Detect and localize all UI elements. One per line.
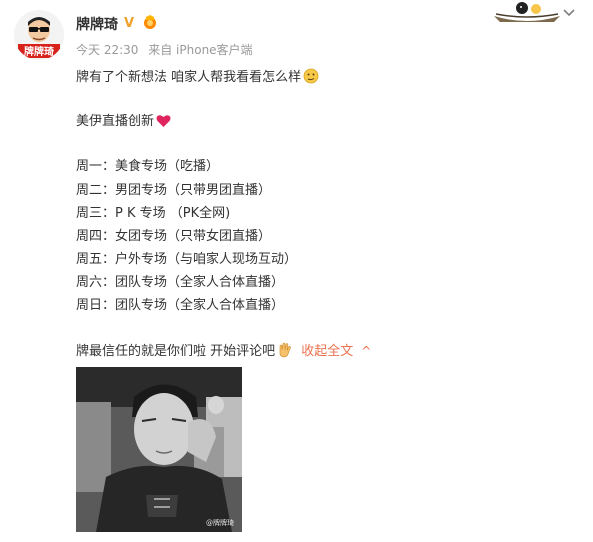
avatar-text: 牌牌琦	[24, 45, 54, 58]
username[interactable]: 牌牌琦	[76, 14, 118, 34]
selfie-photo	[76, 367, 242, 532]
schedule-sunday: 周日：团队专场（全家人合体直播）	[76, 298, 285, 313]
red-heart-icon	[156, 115, 171, 127]
thinking-face-icon	[303, 68, 319, 84]
post-meta: 今天 22:30 来自 iPhone客户端	[76, 41, 259, 58]
post-time[interactable]: 今天 22:30	[76, 43, 138, 57]
avatar[interactable]: 牌牌琦	[14, 10, 64, 60]
post-line-2: 美伊直播创新	[76, 110, 171, 129]
verified-badge: V	[124, 16, 135, 31]
chevron-down-icon[interactable]	[563, 9, 575, 17]
schedule-saturday: 周六：团队专场（全家人合体直播）	[76, 275, 285, 290]
post-image[interactable]: @牌牌琦	[76, 367, 242, 532]
boat-cartoon-icon	[494, 2, 560, 22]
schedule-wednesday: 周三：P K 专场 （PK全网)	[76, 206, 231, 221]
avatar-image: 牌牌琦	[14, 10, 64, 60]
post-source: 来自 iPhone客户端	[148, 43, 253, 57]
collapse-caret-icon[interactable]: ^	[361, 344, 371, 358]
schedule-thursday: 周四：女团专场（只带女团直播）	[76, 229, 272, 244]
medal-icon[interactable]	[142, 14, 158, 30]
collapse-button[interactable]: 收起全文	[301, 344, 353, 359]
post-line-last: 牌最信任的就是你们啦 开始评论吧 收起全文 ^	[76, 342, 372, 359]
image-watermark: @牌牌琦	[206, 519, 234, 527]
vulcan-salute-hand-icon	[279, 342, 291, 358]
schedule-friday: 周五：户外专场（与咱家人现场互动）	[76, 252, 298, 267]
schedule-monday: 周一：美食专场（吃播）	[76, 159, 220, 174]
post-line-1: 牌有了个新想法 咱家人帮我看看怎么样	[76, 66, 319, 85]
schedule-tuesday: 周二：男团专场（只带男团直播）	[76, 183, 272, 198]
